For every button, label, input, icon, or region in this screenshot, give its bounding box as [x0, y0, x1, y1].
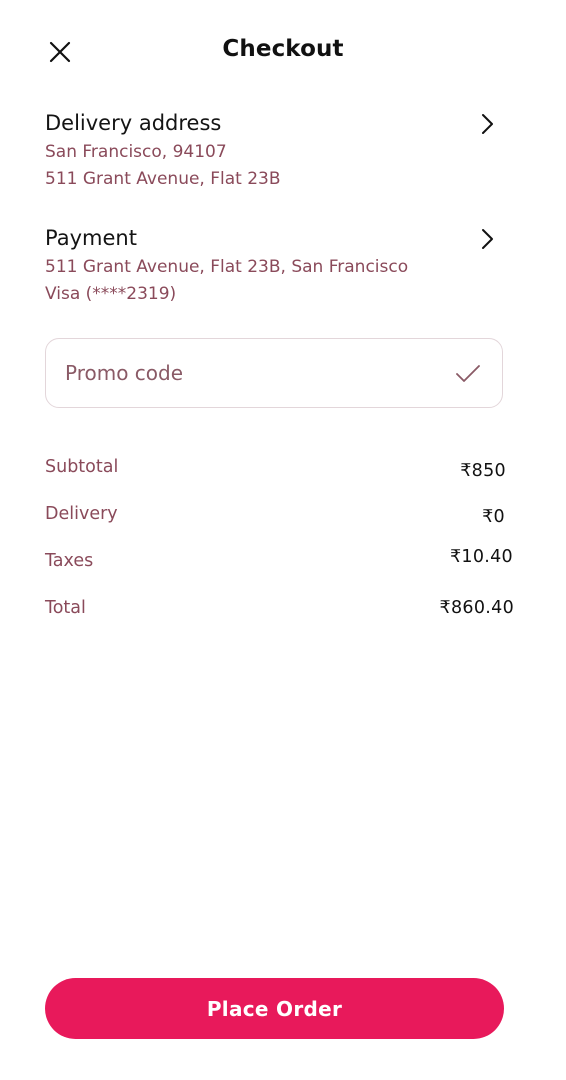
summary-row-delivery: Delivery ₹0 — [45, 504, 515, 534]
taxes-label: Taxes — [45, 551, 94, 571]
delivery-address-title: Delivery address — [45, 111, 222, 135]
summary-row-taxes: Taxes ₹10.40 — [45, 547, 515, 581]
summary-row-subtotal: Subtotal ₹850 — [45, 457, 515, 487]
chevron-right-icon[interactable] — [475, 227, 499, 251]
total-value: ₹860.40 — [439, 598, 514, 618]
taxes-value: ₹10.40 — [449, 547, 513, 567]
close-button[interactable] — [44, 36, 76, 68]
place-order-button[interactable]: Place Order — [45, 978, 504, 1039]
delivery-address-street: 511 Grant Avenue, Flat 23B — [45, 169, 281, 189]
promo-code-box — [45, 338, 503, 408]
payment-section[interactable]: Payment 511 Grant Avenue, Flat 23B, San … — [45, 224, 505, 308]
subtotal-value: ₹850 — [460, 461, 506, 481]
delivery-value: ₹0 — [482, 507, 505, 527]
payment-billing-address: 511 Grant Avenue, Flat 23B, San Francisc… — [45, 257, 409, 277]
subtotal-label: Subtotal — [45, 457, 119, 477]
delivery-label: Delivery — [45, 504, 118, 524]
summary-row-total: Total ₹860.40 — [45, 598, 515, 628]
header-bar: Checkout — [0, 0, 566, 100]
delivery-address-city: San Francisco, 94107 — [45, 142, 227, 162]
total-label: Total — [45, 598, 86, 618]
delivery-address-section[interactable]: Delivery address San Francisco, 94107 51… — [45, 109, 505, 193]
payment-title: Payment — [45, 226, 137, 250]
promo-code-input[interactable] — [65, 339, 425, 407]
close-icon — [44, 36, 76, 68]
check-icon[interactable] — [454, 360, 482, 388]
chevron-right-icon[interactable] — [475, 112, 499, 136]
page-title: Checkout — [222, 36, 344, 62]
payment-card: Visa (****2319) — [45, 284, 177, 304]
